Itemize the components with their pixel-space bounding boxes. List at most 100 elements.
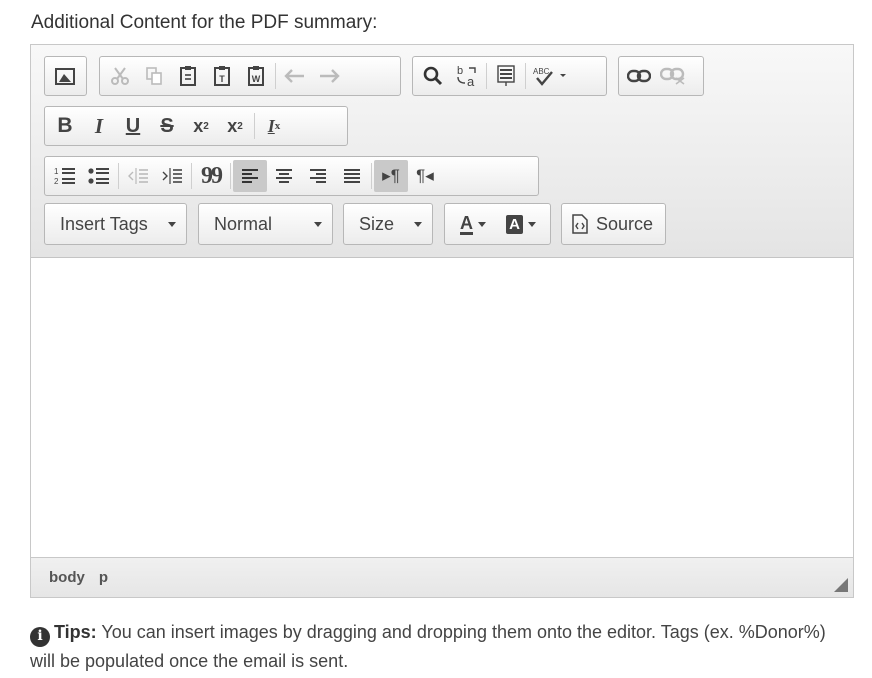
align-right-icon (310, 169, 326, 183)
copy-icon (146, 67, 162, 85)
redo-button[interactable] (312, 60, 346, 92)
cut-button[interactable] (103, 60, 137, 92)
insert-tags-dropdown[interactable]: Insert Tags (44, 203, 187, 245)
image-icon (55, 67, 75, 85)
spellcheck-button[interactable]: ABC (528, 60, 574, 92)
paste-icon (180, 66, 196, 86)
superscript-mark: 2 (237, 120, 243, 132)
svg-text:b: b (457, 65, 463, 77)
format-dropdown[interactable]: Normal (198, 203, 333, 245)
align-center-icon (276, 169, 292, 183)
remove-format-button[interactable]: Ix (257, 110, 291, 142)
outdent-icon (128, 168, 148, 184)
image-group (44, 56, 87, 96)
size-dropdown[interactable]: Size (343, 203, 433, 245)
insert-tags-label: Insert Tags (60, 213, 148, 234)
strikethrough-button[interactable]: S (150, 110, 184, 142)
indent-button[interactable] (155, 160, 189, 192)
subscript-button[interactable]: x2 (184, 110, 218, 142)
background-color-label: A (506, 214, 523, 234)
numbered-list-button[interactable]: 12 (48, 160, 82, 192)
background-color-button[interactable]: A (497, 208, 545, 240)
paste-word-button[interactable]: W (239, 60, 273, 92)
subscript-mark: 2 (203, 120, 209, 132)
find-icon (423, 66, 443, 86)
unlink-button[interactable] (656, 60, 690, 92)
svg-text:2: 2 (54, 177, 59, 186)
basic-styles-group: B I U S x2 x2 Ix (44, 106, 348, 146)
copy-button[interactable] (137, 60, 171, 92)
paste-text-icon: T (214, 66, 230, 86)
find-group: ba ABC (412, 56, 607, 96)
source-group: Source (561, 203, 666, 245)
italic-button[interactable]: I (82, 110, 116, 142)
bulleted-list-button[interactable] (82, 160, 116, 192)
svg-text:W: W (252, 74, 261, 84)
source-button[interactable]: Source (571, 214, 653, 235)
separator (230, 163, 231, 189)
text-color-button[interactable]: A (449, 208, 497, 240)
replace-icon: ba (457, 65, 476, 88)
outdent-button[interactable] (121, 160, 155, 192)
editor-content-area[interactable] (31, 258, 853, 558)
chevron-down-icon (478, 221, 486, 227)
separator (486, 63, 487, 89)
rich-text-editor: T W ba ABC B I U S x 2 x 2 I x 1 2 99 ▸¶… (30, 44, 854, 598)
svg-text:1: 1 (54, 167, 59, 176)
format-label: Normal (214, 213, 273, 234)
blockquote-button[interactable]: 99 (194, 160, 228, 192)
remove-format-label: I (267, 115, 275, 136)
clipboard-group: T W (99, 56, 401, 96)
separator (371, 163, 372, 189)
find-button[interactable] (416, 60, 450, 92)
align-left-button[interactable] (233, 160, 267, 192)
paste-text-button[interactable]: T (205, 60, 239, 92)
size-label: Size (359, 213, 395, 234)
link-group (618, 56, 704, 96)
bulleted-list-icon (88, 168, 109, 184)
select-all-button[interactable] (489, 60, 523, 92)
info-icon: i (30, 626, 50, 647)
text-direction-ltr-button[interactable]: ▸¶ (374, 160, 408, 192)
svg-text:a: a (467, 74, 475, 88)
undo-button[interactable] (278, 60, 312, 92)
tips-text: i Tips: You can insert images by dragging… (30, 618, 850, 676)
chevron-down-icon (168, 221, 176, 227)
color-group: A A (444, 203, 551, 245)
svg-text:ABC: ABC (533, 67, 550, 76)
element-path-bar: body p (31, 557, 853, 597)
select-all-icon (497, 65, 515, 86)
path-item-p[interactable]: p (99, 569, 108, 586)
remove-format-mark: x (274, 120, 281, 132)
chevron-down-icon (414, 221, 422, 227)
chevron-down-icon (314, 221, 322, 227)
link-button[interactable] (622, 60, 656, 92)
image-button[interactable] (48, 60, 82, 92)
justify-icon (344, 169, 360, 183)
path-item-body[interactable]: body (49, 569, 85, 586)
editor-toolbar: T W ba ABC B I U S x 2 x 2 I x 1 2 99 ▸¶… (31, 45, 853, 258)
align-right-button[interactable] (301, 160, 335, 192)
indent-icon (162, 168, 182, 184)
bold-button[interactable]: B (48, 110, 82, 142)
separator (525, 63, 526, 89)
separator (191, 163, 192, 189)
source-label: Source (596, 213, 654, 234)
text-color-label: A (460, 212, 473, 235)
replace-button[interactable]: ba (450, 60, 484, 92)
paste-button[interactable] (171, 60, 205, 92)
unlink-icon (660, 67, 685, 85)
separator (118, 163, 119, 189)
spellcheck-icon: ABC (533, 67, 566, 86)
justify-button[interactable] (335, 160, 369, 192)
resize-handle-icon[interactable] (834, 578, 848, 592)
undo-icon (284, 69, 304, 83)
align-center-button[interactable] (267, 160, 301, 192)
underline-button[interactable]: U (116, 110, 150, 142)
text-direction-rtl-button[interactable]: ¶◂ (408, 160, 442, 192)
superscript-button[interactable]: x2 (218, 110, 252, 142)
numbered-list-icon: 12 (54, 167, 75, 186)
paragraph-group: 12 99 ▸¶ ¶◂ (44, 156, 539, 196)
field-label: Additional Content for the PDF summary: (31, 12, 378, 33)
svg-text:T: T (219, 74, 225, 84)
